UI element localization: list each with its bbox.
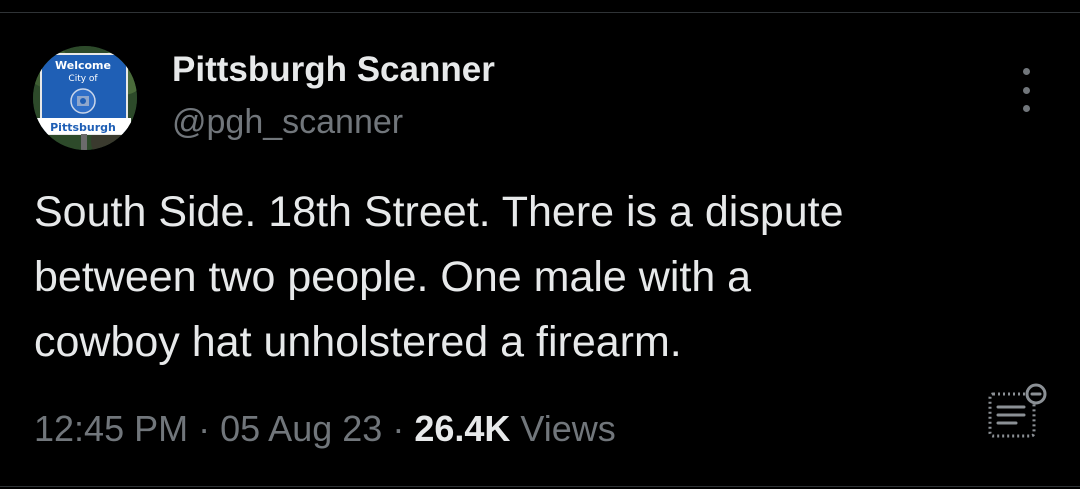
views-label: Views (520, 408, 616, 449)
more-options-icon-dot (1022, 105, 1030, 112)
meta-separator: · (198, 408, 211, 449)
tweet-text: South Side. 18th Street. There is a disp… (34, 188, 844, 366)
avatar[interactable]: Welcome City of Pittsburgh (33, 46, 137, 150)
analytics-icon (988, 383, 1047, 438)
welcome-sign-avatar-icon: Welcome City of Pittsburgh (33, 46, 137, 150)
sign-line-3: Pittsburgh (50, 121, 116, 134)
tweet-time[interactable]: 12:45 PM (34, 408, 188, 449)
more-options-button[interactable] (1012, 68, 1040, 112)
user-handle[interactable]: @pgh_scanner (172, 102, 403, 142)
sign-line-2: City of (68, 74, 98, 84)
meta-separator: · (392, 408, 405, 449)
more-options-icon (1022, 68, 1030, 75)
tweet-meta: 12:45 PM · 05 Aug 23 · 26.4K Views (34, 405, 616, 453)
sign-line-1: Welcome (55, 59, 111, 72)
more-options-icon-dot (1022, 86, 1030, 94)
views-count: 26.4K (414, 408, 511, 449)
top-divider (0, 12, 1080, 13)
bottom-divider (0, 486, 1080, 487)
tweet-date[interactable]: 05 Aug 23 (220, 408, 382, 449)
display-name[interactable]: Pittsburgh Scanner (172, 50, 495, 90)
analytics-button[interactable] (984, 380, 1048, 444)
